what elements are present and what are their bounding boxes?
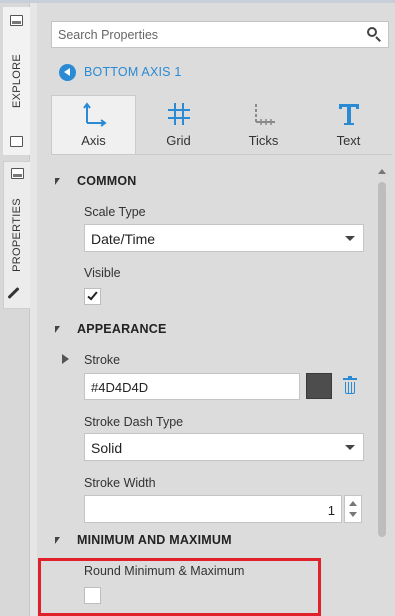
window-icon (10, 15, 23, 26)
stroke-dash-value: Solid (91, 440, 123, 456)
scroll-up-icon[interactable] (378, 169, 386, 174)
grid-icon (167, 103, 190, 125)
visible-label: Visible (84, 266, 121, 280)
tab-axis[interactable]: Axis (51, 95, 136, 155)
tab-ticks[interactable]: Ticks (221, 95, 306, 155)
search-placeholder: Search Properties (58, 28, 159, 42)
tab-text[interactable]: Text (306, 95, 391, 155)
stroke-color-input[interactable]: #4D4D4D (84, 373, 300, 400)
tab-properties[interactable]: PROPERTIES (3, 161, 30, 309)
tab-explore-label: EXPLORE (10, 53, 23, 109)
tab-axis-label: Axis (81, 133, 106, 148)
scale-type-select[interactable]: Date/Time (84, 224, 364, 252)
back-arrow-icon[interactable] (59, 63, 76, 81)
increment-icon[interactable] (349, 501, 357, 506)
ticks-icon (254, 104, 275, 125)
expand-stroke-icon[interactable] (62, 354, 69, 364)
data-icon (10, 136, 23, 147)
search-icon[interactable] (367, 27, 382, 42)
highlight-box (38, 558, 321, 616)
text-icon (338, 104, 359, 125)
tab-explore[interactable]: EXPLORE (3, 7, 30, 155)
chevron-down-icon (345, 236, 355, 241)
scale-type-label: Scale Type (84, 205, 146, 219)
tab-properties-label: PROPERTIES (11, 198, 23, 272)
section-minmax-title: MINIMUM AND MAXIMUM (77, 533, 232, 547)
tab-text-label: Text (336, 133, 361, 148)
scale-type-value: Date/Time (91, 231, 156, 247)
stroke-color-swatch[interactable] (306, 373, 332, 399)
properties-panel: Search Properties BOTTOM AXIS 1 Axis Gri… (37, 3, 395, 616)
collapse-icon (55, 177, 60, 185)
chevron-down-icon (345, 445, 355, 450)
tab-grid-label: Grid (166, 133, 191, 148)
properties-scroll-area: COMMON Scale Type Date/Time Visible APPE… (37, 163, 375, 616)
section-common-title: COMMON (77, 174, 137, 188)
visible-checkbox[interactable] (84, 288, 101, 305)
side-tab-rail: EXPLORE PROPERTIES (0, 3, 30, 616)
window-icon (11, 168, 24, 179)
axis-icon (82, 102, 107, 127)
trash-icon[interactable] (343, 376, 357, 395)
checkmark-icon (87, 289, 98, 301)
stroke-label: Stroke (84, 353, 121, 367)
stroke-dash-select[interactable]: Solid (84, 433, 364, 461)
scrollbar[interactable] (376, 166, 388, 616)
scrollbar-thumb[interactable] (378, 182, 386, 537)
search-input[interactable]: Search Properties (51, 21, 389, 48)
section-appearance-title: APPEARANCE (77, 322, 167, 336)
tab-ticks-label: Ticks (248, 133, 279, 148)
breadcrumb: BOTTOM AXIS 1 (51, 57, 389, 87)
decrement-icon[interactable] (349, 512, 357, 517)
section-minmax-header[interactable]: MINIMUM AND MAXIMUM (37, 529, 232, 551)
stroke-width-stepper[interactable] (344, 495, 362, 523)
section-appearance-header[interactable]: APPEARANCE (37, 318, 167, 340)
stroke-width-value: 1 (327, 503, 335, 518)
stroke-width-label: Stroke Width (84, 476, 156, 490)
stroke-color-value: #4D4D4D (91, 380, 149, 395)
stroke-dash-label: Stroke Dash Type (84, 415, 184, 429)
breadcrumb-label[interactable]: BOTTOM AXIS 1 (84, 65, 182, 79)
collapse-icon (55, 536, 60, 544)
tab-divider (51, 154, 392, 155)
section-common-header[interactable]: COMMON (37, 170, 137, 192)
tab-grid[interactable]: Grid (136, 95, 221, 155)
property-tabs: Axis Grid Ticks Text (51, 95, 392, 155)
brush-icon (7, 286, 20, 300)
stroke-width-input[interactable]: 1 (84, 495, 342, 523)
collapse-icon (55, 325, 60, 333)
